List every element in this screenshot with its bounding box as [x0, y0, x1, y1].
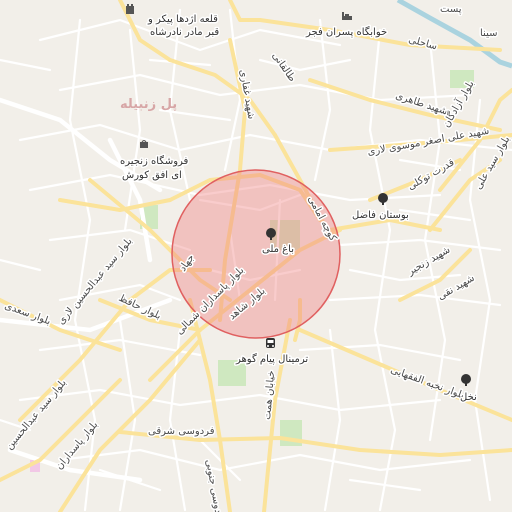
poi-nakhl-label: نخل — [460, 392, 477, 403]
poi-hotel-label: خوابگاه پسران فجر — [305, 26, 387, 38]
poi-store-label-2: ای افق کورش — [122, 170, 182, 181]
poi-castle-label: قلعه اژدها پیکر و — [147, 14, 218, 25]
bus-icon — [266, 338, 275, 348]
map-canvas[interactable]: طالقانی ساحلی شهید طاهری شهید علی اصغر م… — [0, 0, 512, 512]
label-post: پست — [440, 4, 462, 15]
label-pol-zanbileh: پل زنبیله — [120, 97, 177, 112]
poi-bagh-melli-label: باغ ملی — [262, 244, 294, 255]
poi-store-label: فروشگاه زنجیره — [120, 155, 189, 167]
poi-terminal-label: ترمینال پیام گوهر — [235, 353, 308, 365]
poi-castle-label-2: قبر مادر نادرشاه — [150, 27, 219, 38]
label-sina: سینا — [480, 28, 497, 39]
label-ferdowsi: فردوسی شرقی — [148, 426, 215, 437]
poi-bostan-fazel-label: بوستان فاضل — [352, 210, 409, 221]
